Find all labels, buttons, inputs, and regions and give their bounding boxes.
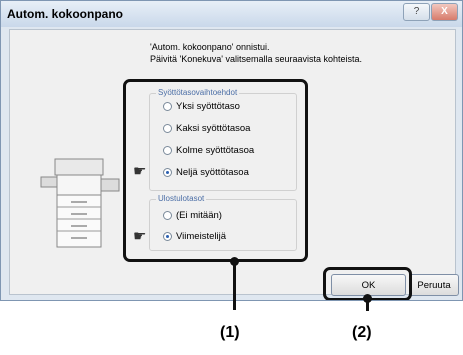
callout-label-1: (1) bbox=[220, 324, 240, 341]
help-button[interactable]: ? bbox=[403, 3, 430, 21]
title-bar: Autom. kokoonpano ? X bbox=[1, 1, 462, 27]
callout-label-2: (2) bbox=[352, 324, 372, 341]
status-message: 'Autom. kokoonpano' onnistui. Päivitä 'K… bbox=[150, 41, 362, 65]
message-line-2: Päivitä 'Konekuva' valitsemalla seuraavi… bbox=[150, 54, 363, 64]
callout-line-1 bbox=[233, 262, 236, 310]
dialog-title: Autom. kokoonpano bbox=[7, 7, 123, 21]
callout-line-2 bbox=[366, 299, 369, 311]
close-button[interactable]: X bbox=[431, 3, 458, 21]
message-line-1: 'Autom. kokoonpano' onnistui. bbox=[150, 42, 270, 52]
auto-config-dialog: Autom. kokoonpano ? X 'Autom. kokoonpano… bbox=[0, 0, 463, 301]
printer-image bbox=[40, 158, 120, 248]
callout-frame-options bbox=[123, 79, 308, 262]
cancel-button[interactable]: Peruuta bbox=[409, 274, 459, 296]
